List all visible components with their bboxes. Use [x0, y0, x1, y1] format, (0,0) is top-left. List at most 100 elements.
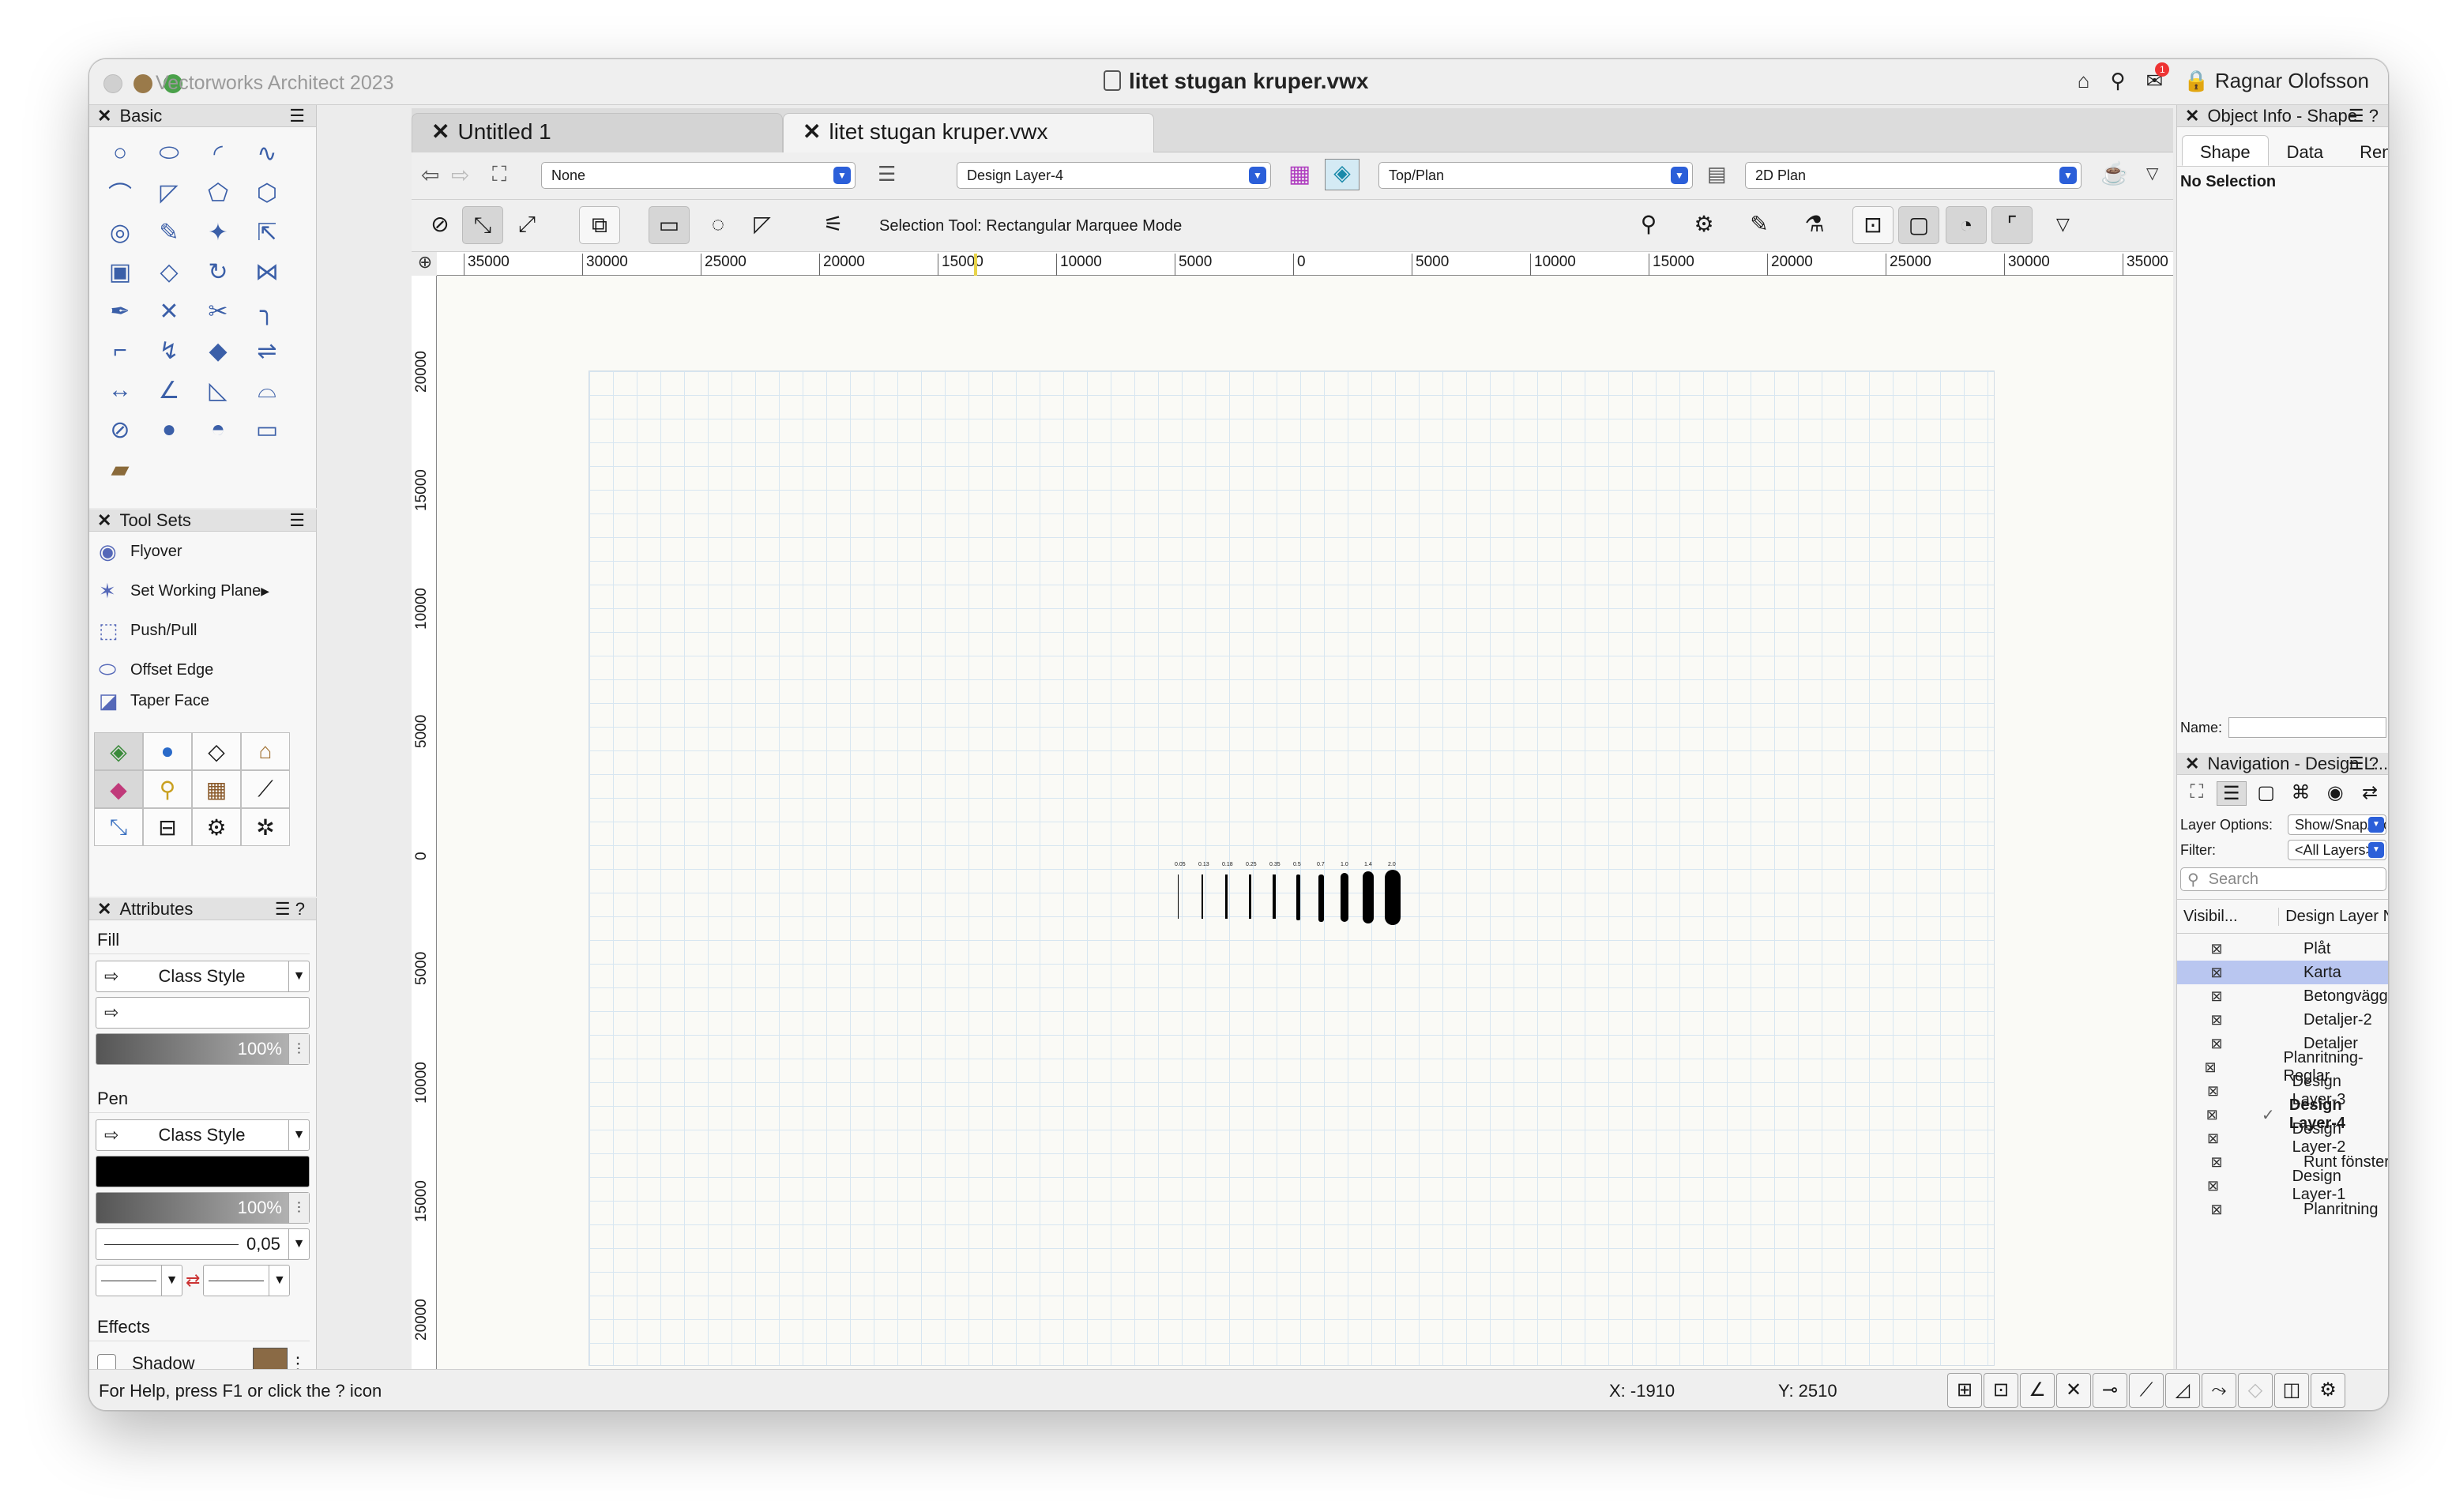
pen-weight-samples[interactable]: 0.05 0.13 0.18 0.25 0.35 0.5 0.7 1.0 1.4… — [1175, 862, 1412, 925]
close-palette-icon[interactable]: ✕ — [97, 510, 111, 530]
selection-disable-icon[interactable]: ⊘ — [419, 206, 461, 244]
snap-settings-icon[interactable]: ⚙ — [2311, 1373, 2345, 1408]
chamfer-tool-icon[interactable]: ⌐ — [96, 331, 145, 370]
class-icon[interactable]: ⛶ — [492, 162, 506, 187]
close-palette-icon[interactable]: ✕ — [2185, 106, 2199, 126]
layer-icon[interactable]: ☰ — [878, 162, 896, 186]
name-field[interactable] — [2228, 717, 2386, 738]
render-mode-icon[interactable]: ▤ — [1707, 162, 1727, 186]
polyline-tool-icon[interactable]: ⌒ — [96, 173, 145, 213]
tab-render[interactable]: Render — [2341, 135, 2388, 166]
layer-row[interactable]: ⊠ Karta — [2177, 961, 2388, 984]
visibility-icon[interactable]: ⊠ — [2177, 941, 2256, 957]
layer-row[interactable]: ⊠ Planritning — [2177, 1198, 2388, 1221]
saved-views-icon[interactable]: ⇄ — [2355, 781, 2385, 806]
visibility-icon[interactable]: ⊠ — [2177, 965, 2256, 981]
user-account[interactable]: 🔒 Ragnar Olofsson — [2183, 69, 2369, 93]
building-toolset-icon[interactable]: ⌂ — [241, 732, 290, 770]
protractor-tool-icon[interactable]: ◺ — [194, 370, 243, 410]
fillet-tool-icon[interactable]: ╮ — [243, 291, 291, 331]
notifications-icon[interactable]: ✉ 1 — [2146, 62, 2170, 93]
spiral-tool-icon[interactable]: ◎ — [96, 213, 145, 252]
smart-edge-icon[interactable]: ⟋ — [2129, 1373, 2164, 1408]
eyedropper-tool-icon[interactable]: ✎ — [145, 213, 194, 252]
visibility-icon[interactable]: ⊠ — [2177, 1059, 2243, 1076]
palette-menu-icon[interactable]: ☰ — [289, 510, 305, 532]
pen-opacity-slider[interactable]: 100% ⋮ — [96, 1192, 310, 1224]
rulers-button[interactable]: ⌜ — [1991, 206, 2033, 244]
preferences-gear-icon[interactable]: ⚙ — [1683, 206, 1724, 244]
drawing-canvas[interactable]: 0.05 0.13 0.18 0.25 0.35 0.5 0.7 1.0 1.4… — [437, 276, 2173, 1410]
settings-toolset-icon[interactable]: ✲ — [241, 808, 290, 846]
layer-row[interactable]: ⊠ Plåt — [2177, 937, 2388, 961]
angle-dimension-tool-icon[interactable]: ∠ — [145, 370, 194, 410]
snap-settings-icon[interactable]: ⚗ — [1794, 206, 1835, 244]
toolset-item-push-pull[interactable]: ⬚ Push/Pull — [89, 611, 316, 650]
viewports-view-icon[interactable]: ◉ — [2320, 781, 2350, 806]
lasso-mode-icon[interactable]: ⤢ — [506, 206, 547, 244]
palette-menu-icon[interactable]: ☰ ? — [2349, 105, 2379, 127]
furniture-toolset-icon[interactable]: ▦ — [192, 770, 241, 808]
forward-icon[interactable]: ⇨ — [451, 162, 469, 188]
saved-views-icon[interactable]: ▦ — [1288, 160, 1311, 188]
filter-dropdown[interactable]: <All Layers> ▼ — [2288, 840, 2386, 860]
transform-options-icon[interactable]: ⚟ — [813, 206, 854, 244]
tape-measure-tool-icon[interactable]: ● — [145, 410, 194, 449]
smart-points-icon[interactable]: ✕ — [2056, 1373, 2091, 1408]
move-tool-icon[interactable]: ⇌ — [243, 331, 291, 370]
chevron-down-icon[interactable]: ▽ — [2146, 164, 2158, 183]
hexagon-tool-icon[interactable]: ⬡ — [243, 173, 291, 213]
palette-menu-icon[interactable]: ☰ ? — [275, 898, 305, 920]
close-tab-icon[interactable]: ✕ — [431, 119, 449, 144]
shape-tool-icon[interactable]: ⬠ — [194, 173, 243, 213]
palette-menu-icon[interactable]: ☰ ? — [2349, 753, 2379, 775]
symbols-view-icon[interactable]: ⌘ — [2286, 781, 2316, 806]
visibility-icon[interactable]: ⊠ — [2177, 1154, 2256, 1171]
standard-views-icon[interactable]: ◈ — [1325, 159, 1360, 190]
view-dropdown[interactable]: Top/Plan ▼ — [1378, 162, 1693, 189]
snap-to-tangent-icon[interactable]: ◿ — [2165, 1373, 2200, 1408]
visualization-toolset-icon[interactable]: ● — [143, 732, 192, 770]
rotate-tool-icon[interactable]: ↻ — [194, 252, 243, 291]
visibility-tool-icon[interactable]: ⇱ — [243, 213, 291, 252]
tab-untitled-1[interactable]: ✕ Untitled 1 — [412, 113, 783, 152]
snap-to-surface-icon[interactable]: ◇ — [2238, 1373, 2273, 1408]
layer-row[interactable]: ⊠ Design Layer-2 — [2177, 1120, 2388, 1156]
clip-cube-button[interactable]: ◔ — [1946, 206, 1987, 244]
pen-thickness-dropdown[interactable]: 0,05 ▼ — [96, 1228, 310, 1260]
building-shell-toolset-icon[interactable]: ◇ — [192, 732, 241, 770]
render-mode-dropdown[interactable]: 2D Plan ▼ — [1745, 162, 2082, 189]
ruler-origin-icon[interactable]: ⊕ — [413, 252, 437, 276]
snap-to-grid-icon[interactable]: ⊞ — [1947, 1373, 1982, 1408]
toolset-item-flyover[interactable]: ◉ Flyover — [89, 532, 316, 571]
snap-options-button[interactable]: ⧉ — [579, 206, 620, 244]
annotation-toolset-icon[interactable]: ⤡ — [94, 808, 143, 846]
pen-color-swatch[interactable] — [96, 1156, 310, 1187]
dimension-tool-icon[interactable]: ↔ — [96, 370, 145, 410]
class-dropdown[interactable]: None ▼ — [541, 162, 856, 189]
snap-loupe-icon[interactable]: ✎ — [1739, 206, 1780, 244]
lighting-toolset-icon[interactable]: ⚲ — [143, 770, 192, 808]
snap-to-distance-icon[interactable]: ⊸ — [2093, 1373, 2127, 1408]
magic-wand-tool-icon[interactable]: ✦ — [194, 213, 243, 252]
circle-tool-icon[interactable]: ○ — [96, 134, 145, 173]
sheets-view-icon[interactable]: ▢ — [2251, 781, 2281, 806]
layer-search[interactable]: ⚲ Search — [2180, 867, 2386, 891]
visibility-icon[interactable]: ⊠ — [2177, 1036, 2256, 1052]
minimize-window-button[interactable] — [134, 74, 152, 93]
snap-to-loci-icon[interactable]: ◫ — [2274, 1373, 2309, 1408]
toolset-item-set-working-plane[interactable]: ✶ Set Working Plane ▶ — [89, 571, 316, 611]
visibility-icon[interactable]: ⊠ — [2177, 1107, 2247, 1123]
trim-tool-icon[interactable]: ✕ — [145, 291, 194, 331]
lasso-select-icon[interactable]: ◌ — [698, 206, 739, 244]
zoom-icon[interactable]: ⚲ — [1628, 206, 1669, 244]
close-palette-icon[interactable]: ✕ — [2185, 754, 2199, 773]
toolset-item-taper-face[interactable]: ◪ Taper Face — [89, 690, 316, 712]
mirror-tool-icon[interactable]: ⋈ — [243, 252, 291, 291]
fit-to-objects-button[interactable]: ⊡ — [1852, 206, 1894, 244]
attribute-mapping-tool-icon[interactable]: ▰ — [96, 449, 145, 489]
layer-row[interactable]: ⊠ Detaljer-2 — [2177, 1008, 2388, 1032]
rectangle-select-button[interactable]: ▭ — [649, 206, 690, 244]
section-tool-icon[interactable]: ⌓ — [243, 370, 291, 410]
close-palette-icon[interactable]: ✕ — [97, 899, 111, 919]
